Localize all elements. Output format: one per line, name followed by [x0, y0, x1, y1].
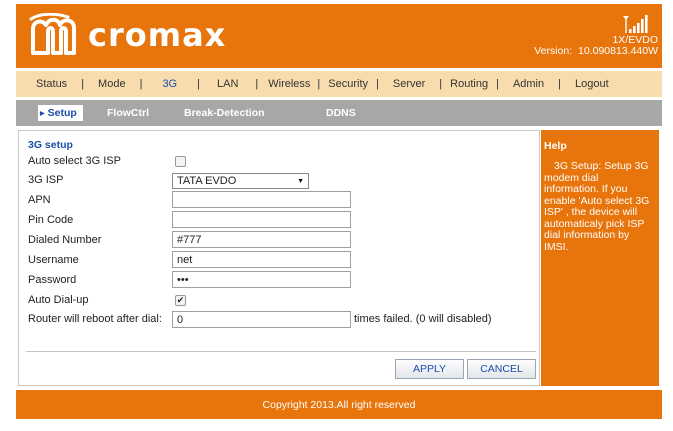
section-title: 3G setup [28, 139, 73, 151]
divider [26, 351, 536, 352]
reboot-count-input[interactable] [172, 311, 351, 328]
logo-text: cromax [88, 16, 227, 54]
auto-dial-checkbox[interactable]: ✔ [175, 295, 186, 306]
micromax-logo: cromax [28, 13, 226, 57]
pin-code-label: Pin Code [28, 214, 74, 226]
chevron-down-icon: ▼ [297, 177, 304, 185]
auto-select-checkbox[interactable] [175, 156, 186, 167]
signal-strength-icon [623, 15, 648, 33]
menu-status[interactable]: Status [22, 78, 81, 90]
help-text: 3G Setup: Setup 3G modem dial informatio… [544, 160, 650, 253]
sub-menu: Setup FlowCtrl Break-Detection DDNS [16, 100, 662, 126]
reboot-label: Router will reboot after dial: [28, 313, 162, 325]
help-title: Help [544, 140, 567, 152]
version-info: Version: 10.090813.440W [534, 45, 658, 57]
logo-m-icon [29, 13, 76, 55]
dialed-number-input[interactable] [172, 231, 351, 248]
version-value: 10.090813.440W [578, 45, 658, 57]
isp-label: 3G ISP [28, 174, 64, 186]
password-input[interactable] [172, 271, 351, 288]
auto-dial-label: Auto Dial-up [28, 294, 89, 306]
isp-select[interactable]: TATA EVDO ▼ [172, 173, 309, 189]
menu-routing[interactable]: Routing [442, 78, 496, 90]
password-label: Password [28, 274, 77, 286]
username-label: Username [28, 254, 79, 266]
menu-3g[interactable]: 3G [142, 78, 197, 90]
pin-code-input[interactable] [172, 211, 351, 228]
main-menu: Status | Mode | 3G | LAN | Wireless | Se… [16, 71, 662, 97]
apply-button[interactable]: APPLY [395, 359, 464, 379]
dialed-number-label: Dialed Number [28, 234, 102, 246]
apn-input[interactable] [172, 191, 351, 208]
header-banner: cromax 1X/EVDO Version: 10.090813.440W [16, 4, 662, 68]
menu-logout[interactable]: Logout [561, 78, 623, 90]
menu-mode[interactable]: Mode [84, 78, 140, 90]
reboot-suffix: times failed. (0 will disabled) [354, 313, 492, 325]
auto-select-label: Auto select 3G ISP [28, 155, 121, 167]
tab-setup[interactable]: Setup [38, 105, 83, 121]
settings-panel: 3G setup Auto select 3G ISP 3G ISP TATA … [18, 130, 540, 386]
username-input[interactable] [172, 251, 351, 268]
tab-break-detection[interactable]: Break-Detection [184, 107, 265, 119]
tab-flowctrl[interactable]: FlowCtrl [107, 107, 149, 119]
help-panel: Help 3G Setup: Setup 3G modem dial infor… [541, 130, 659, 386]
cancel-button[interactable]: CANCEL [467, 359, 536, 379]
copyright-text: Copyright 2013.All right reserved [262, 398, 416, 411]
footer: Copyright 2013.All right reserved [16, 390, 662, 419]
menu-server[interactable]: Server [379, 78, 439, 90]
menu-admin[interactable]: Admin [499, 78, 558, 90]
tab-ddns[interactable]: DDNS [326, 107, 356, 119]
version-label: Version: [534, 45, 573, 57]
apn-label: APN [28, 194, 51, 206]
menu-wireless[interactable]: Wireless [258, 78, 317, 90]
menu-security[interactable]: Security [320, 78, 376, 90]
menu-lan[interactable]: LAN [200, 78, 255, 90]
isp-select-value: TATA EVDO [177, 175, 237, 187]
